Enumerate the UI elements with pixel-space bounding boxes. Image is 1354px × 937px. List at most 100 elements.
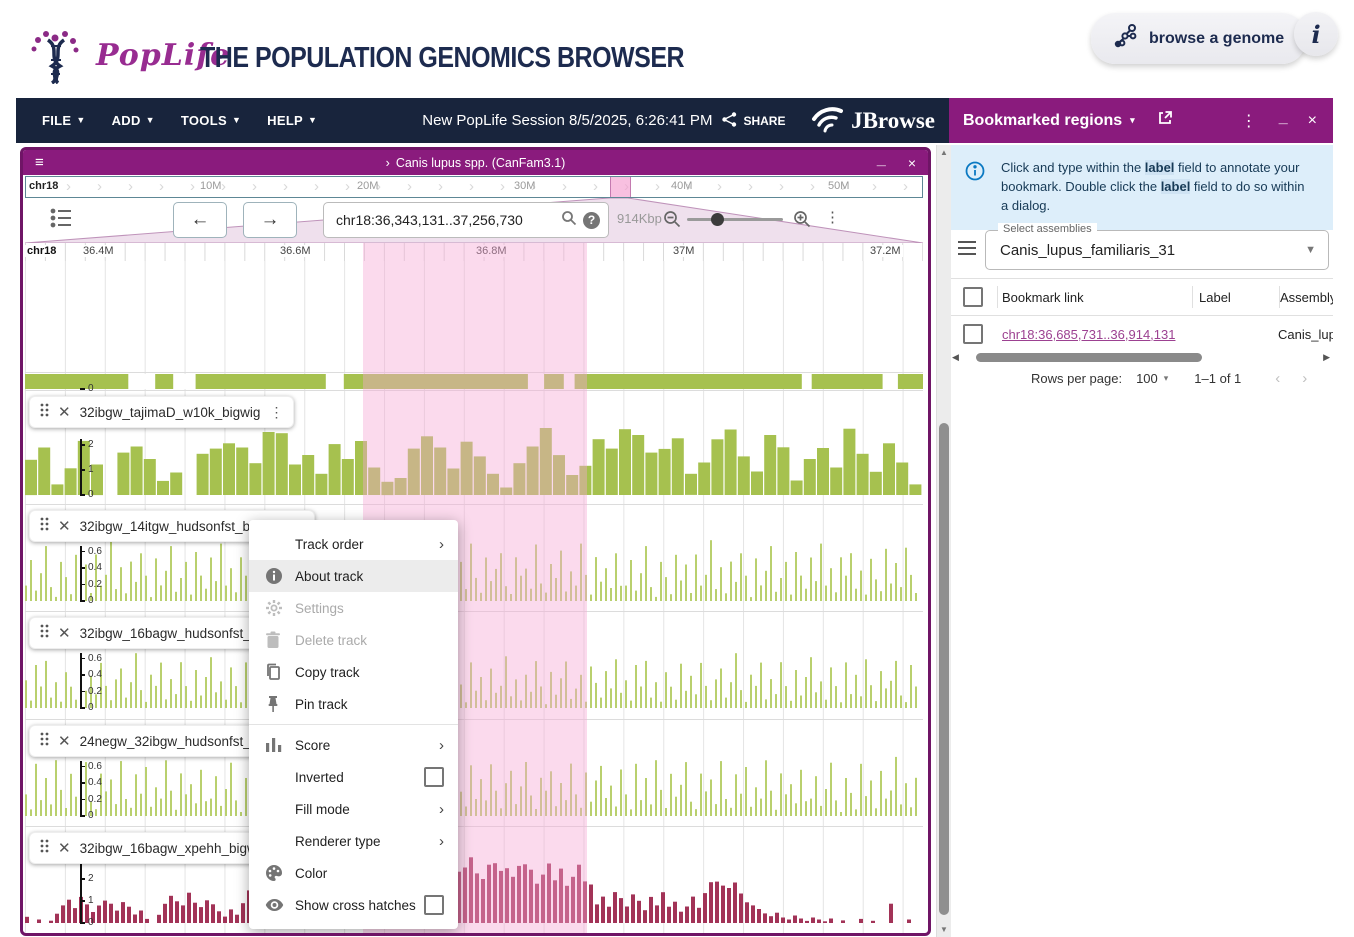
page-prev-icon[interactable]: ‹ — [1275, 370, 1280, 387]
drag-handle-icon[interactable] — [40, 839, 49, 858]
ruler-chrom-label: chr18 — [25, 245, 58, 257]
info-icon — [265, 567, 295, 585]
menubar-menu-help[interactable]: HELP▼ — [267, 113, 317, 128]
track-region-32ibgw_16bagw_xpehh_bigwig[interactable]: 0123✕32ibgw_16bagw_xpehh_bigwig⋮ — [25, 826, 923, 936]
ruler-tick-label: 37.2M — [868, 245, 903, 257]
pan-left-button[interactable]: ← — [173, 202, 227, 238]
track-selector-button[interactable] — [49, 206, 73, 235]
menu-item-label: Copy track — [295, 665, 458, 680]
zoom-in-icon[interactable] — [793, 210, 811, 233]
browse-genome-button[interactable]: browse a genome — [1091, 13, 1306, 64]
track-region-32ibgw_14itgw_hudsonfst_bigwig[interactable]: 00.20.40.6✕32ibgw_14itgw_hudsonfst_bigwi… — [25, 504, 923, 612]
track-close-icon[interactable]: ✕ — [58, 732, 71, 750]
overview-scalebar[interactable]: chr18 ›››››››››››››››››››››››››››› 10M20… — [25, 176, 923, 198]
drawer-minimize-button[interactable]: _ — [1279, 109, 1288, 127]
menu-item-label: Score — [295, 738, 439, 753]
bookmark-link[interactable]: chr18:36,685,731..36,914,131 — [1002, 327, 1175, 342]
assembly-select[interactable]: Select assemblies Canis_lupus_familiaris… — [985, 230, 1329, 270]
jbrowse-brand: JBrowse — [811, 103, 935, 139]
track-close-icon[interactable]: ✕ — [58, 839, 71, 857]
share-button[interactable]: SHARE — [722, 112, 785, 130]
menu-item-checkbox[interactable] — [424, 767, 444, 787]
view-kebab-icon[interactable]: ⋮ — [825, 208, 840, 226]
detail-scalebar[interactable]: chr18 36.4M36.6M36.8M37M37.2M — [25, 243, 923, 262]
menu-item-renderer-type[interactable]: Renderer type› — [249, 825, 458, 857]
assembly-row: Select assemblies Canis_lupus_familiaris… — [949, 230, 1333, 270]
view-menu-icon[interactable]: ≡ — [35, 154, 44, 171]
pan-right-button[interactable]: → — [243, 202, 297, 238]
drag-handle-icon[interactable] — [40, 732, 49, 751]
menubar-menu-add[interactable]: ADD▼ — [112, 113, 155, 128]
track-region-24negw_32ibgw_hudsonfst_big[interactable]: 00.20.40.6✕24negw_32ibgw_hudsonfst_big⋮ — [25, 719, 923, 827]
track-close-icon[interactable]: ✕ — [58, 517, 71, 535]
drawer-menu-icon[interactable] — [957, 240, 977, 261]
table-pagination: Rows per page: 100▾ 1–1 of 1 ‹ › — [949, 370, 1333, 387]
track-region-coverage[interactable]: 0 — [25, 372, 923, 391]
score-icon — [265, 737, 295, 753]
ruler-tick-label: 36.6M — [278, 245, 313, 257]
zoom-slider-thumb[interactable] — [711, 213, 724, 226]
submenu-arrow-icon: › — [439, 737, 444, 754]
menu-item-settings: Settings — [249, 592, 458, 624]
drawer-kebab-icon[interactable]: ⋮ — [1241, 111, 1257, 131]
track-close-icon[interactable]: ✕ — [58, 403, 71, 421]
assembly-select-value: Canis_lupus_familiaris_31 — [1000, 242, 1175, 259]
select-all-checkbox[interactable] — [963, 287, 983, 307]
menu-item-fill-mode[interactable]: Fill mode› — [249, 793, 458, 825]
rows-per-page-select[interactable]: 100▾ — [1136, 371, 1168, 386]
drag-handle-icon[interactable] — [40, 624, 49, 643]
drawer-close-button[interactable]: × — [1308, 112, 1317, 130]
tracks-area[interactable]: 0012✕32ibgw_tajimaD_w10k_bigwig⋮00.20.40… — [25, 261, 923, 933]
menu-item-checkbox[interactable] — [424, 895, 444, 915]
page-next-icon[interactable]: › — [1302, 370, 1307, 387]
help-icon[interactable]: ? — [583, 212, 600, 229]
overview-visible-region-band[interactable] — [610, 177, 631, 198]
drag-handle-icon[interactable] — [40, 403, 49, 422]
drawer-title: Bookmarked regions — [963, 112, 1122, 130]
location-search-box[interactable]: chr18:36,343,131..37,256,730 ? — [323, 202, 609, 238]
site-info-button[interactable]: i — [1294, 12, 1338, 56]
menu-item-inverted[interactable]: Inverted — [249, 761, 458, 793]
track-close-icon[interactable]: ✕ — [58, 624, 71, 642]
linear-genome-view: ≡ ›Canis lupus spp. (CanFam3.1) _ × chr1… — [20, 147, 931, 936]
track-region-32ibgw_tajimaD_w10k_bigwig[interactable]: 012✕32ibgw_tajimaD_w10k_bigwig⋮ — [25, 390, 923, 505]
menu-item-about-track[interactable]: About track — [249, 560, 458, 592]
assembly-select-label: Select assemblies — [998, 223, 1097, 235]
axis-tick-label: 0 — [88, 383, 94, 394]
drawer-widget-selector[interactable]: Bookmarked regions ▾ — [963, 112, 1135, 130]
axis-tick-label: 0.6 — [88, 761, 102, 772]
open-in-new-icon[interactable] — [1157, 110, 1173, 131]
row-checkbox[interactable] — [963, 324, 983, 344]
scroll-right-icon[interactable]: ▶ — [1320, 352, 1333, 363]
zoom-slider[interactable] — [687, 218, 783, 221]
menu-item-label: About track — [295, 569, 458, 584]
axis-tick-label: 2 — [88, 873, 94, 884]
axis-tick-label: 0.4 — [88, 777, 102, 788]
scrollbar-thumb[interactable] — [976, 353, 1202, 362]
track-kebab-icon[interactable]: ⋮ — [269, 404, 283, 421]
axis-tick-label: 0 — [88, 702, 94, 713]
axis-tick-label: 2 — [88, 439, 94, 450]
zoom-out-icon[interactable] — [663, 210, 681, 233]
menu-item-score[interactable]: Score› — [249, 729, 458, 761]
drag-handle-icon[interactable] — [40, 517, 49, 536]
menu-item-pin-track[interactable]: Pin track — [249, 688, 458, 720]
menu-item-show-cross-hatches[interactable]: Show cross hatches — [249, 889, 458, 921]
menu-item-label: Show cross hatches — [295, 898, 424, 913]
table-horizontal-scrollbar[interactable]: ◀ ▶ — [949, 350, 1333, 364]
track-label[interactable]: ✕32ibgw_tajimaD_w10k_bigwig⋮ — [29, 396, 294, 428]
axis-tick-label: 0.2 — [88, 579, 102, 590]
main-vertical-scrollbar[interactable]: ▲ ▼ — [936, 145, 951, 937]
view-minimize-button[interactable]: _ — [877, 151, 886, 169]
search-icon[interactable] — [561, 210, 577, 231]
menu-item-copy-track[interactable]: Copy track — [249, 656, 458, 688]
scrollbar-thumb[interactable] — [939, 423, 949, 915]
track-region-32ibgw_16bagw_hudsonfst_bigwig[interactable]: 00.20.40.6✕32ibgw_16bagw_hudsonfst_bigwi… — [25, 611, 923, 720]
scroll-up-icon[interactable]: ▲ — [937, 148, 951, 157]
menubar-menu-file[interactable]: FILE▼ — [42, 113, 86, 128]
view-close-button[interactable]: × — [908, 155, 916, 171]
menubar-menu-tools[interactable]: TOOLS▼ — [181, 113, 241, 128]
scroll-down-icon[interactable]: ▼ — [937, 925, 951, 934]
menu-item-color[interactable]: Color — [249, 857, 458, 889]
menu-item-track-order[interactable]: Track order› — [249, 528, 458, 560]
